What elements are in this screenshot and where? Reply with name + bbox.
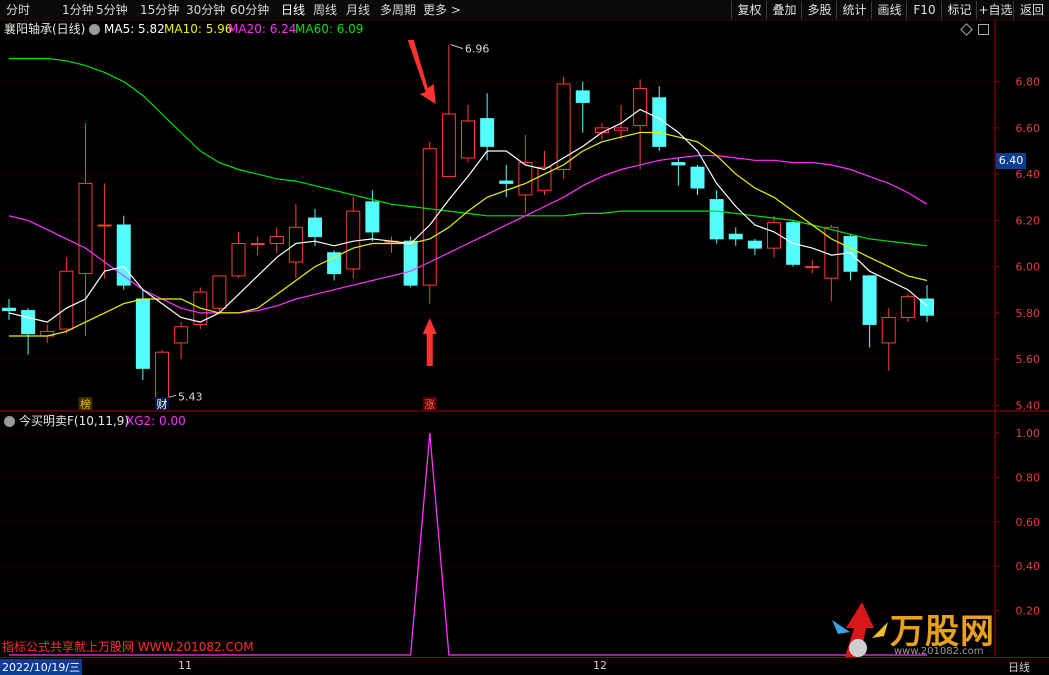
candle-body-down: [135, 298, 150, 369]
indicator-tick-label: 1.00: [1016, 427, 1041, 440]
price-tick-label: 5.40: [1016, 399, 1041, 412]
candle-body-up: [441, 113, 456, 177]
low-price-label: 5.43: [178, 390, 203, 403]
candle-body-up: [537, 166, 552, 191]
candle-body-up: [174, 326, 189, 344]
price-tick-label: 6.60: [1016, 122, 1041, 135]
badge-cai: 财: [157, 397, 168, 411]
candle-body-up: [155, 351, 169, 399]
candle-body-up: [269, 236, 284, 244]
candle-body-down: [2, 307, 16, 312]
candle-body-up: [556, 83, 571, 170]
candle-body-down: [308, 217, 322, 238]
candle-body-down: [747, 240, 762, 249]
price-tick-label: 6.40: [1016, 168, 1041, 181]
candle-body-up: [461, 120, 475, 159]
candle-body-down: [671, 162, 686, 166]
indicator-tick-label: 0.80: [1016, 471, 1041, 484]
candle-body-up: [900, 296, 915, 318]
xg2-line: [9, 432, 927, 656]
high-pointer: [450, 44, 464, 50]
candle-body-down: [499, 180, 514, 184]
candle-body-up: [767, 222, 781, 249]
candle-body-up: [614, 127, 628, 131]
candle-body-up: [288, 226, 303, 263]
candle-body-down: [709, 199, 724, 240]
candle-body-down: [403, 240, 418, 286]
candle-body-down: [862, 275, 877, 325]
date-month-12: 12: [593, 659, 607, 672]
badge-zhang: 涨: [424, 398, 435, 411]
candle-body-up: [231, 243, 246, 277]
logo-arrow-icon: [832, 602, 888, 660]
candle-body-down: [480, 118, 495, 147]
down-arrow-icon: [407, 40, 436, 104]
candle-body-down: [690, 166, 705, 189]
candle-body-up: [59, 270, 74, 330]
price-tick-label: 6.00: [1016, 261, 1041, 274]
candle-body-up: [78, 182, 93, 275]
candle-body-up: [97, 224, 112, 227]
candle-body-up: [518, 162, 533, 196]
logo: 万股网 www.201082.com: [832, 598, 1022, 660]
price-tick-label: 5.80: [1016, 307, 1041, 320]
badge-bang: 榜: [80, 397, 91, 411]
candle-body-down: [327, 252, 342, 275]
candle-body-down: [21, 310, 36, 335]
kline-chart[interactable]: 6.80 6.60 6.40 6.20 6.00 5.80 5.60 5.40 6.96 5.43…: [0, 0, 1049, 673]
candle-body-down: [728, 233, 743, 240]
logo-url: www.201082.com: [894, 646, 984, 657]
price-tick-label: 6.80: [1016, 76, 1041, 89]
date-month-11: 11: [178, 659, 192, 672]
price-tick-label: 5.60: [1016, 353, 1041, 366]
indicator-tick-label: 0.60: [1016, 516, 1041, 529]
candle-body-up: [250, 243, 265, 245]
current-price-tag: 6.40: [996, 153, 1026, 169]
indicator-tick-label: 0.40: [1016, 560, 1041, 573]
candle-body-down: [575, 90, 590, 103]
candle-body-up: [805, 266, 820, 269]
candle-body-down: [365, 201, 380, 233]
price-tick-label: 6.20: [1016, 214, 1041, 227]
watermark-text: 指标公式共享就上万股网 WWW.201082.COM: [2, 640, 254, 654]
candle-body-up: [212, 275, 227, 309]
high-price-label: 6.96: [465, 43, 490, 56]
candle-body-up: [881, 317, 896, 344]
candle-body-up: [346, 210, 361, 270]
date-axis: 2022/10/19/三 11 12 日线: [0, 657, 1049, 675]
candle-body-up: [633, 88, 648, 127]
